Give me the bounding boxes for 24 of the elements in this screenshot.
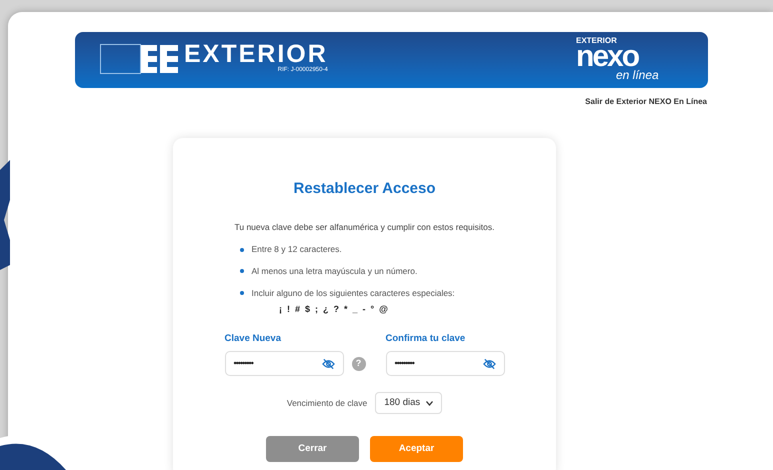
nexo-logo-text: nexo bbox=[576, 45, 638, 69]
expiry-label: Vencimiento de clave bbox=[286, 396, 368, 410]
nexo-logo-subtitle: en línea bbox=[616, 69, 659, 81]
nexo-logo-caption: EXTERIOR bbox=[576, 36, 617, 45]
password-field[interactable]: ••••••••• bbox=[386, 351, 504, 376]
chevron-down-icon bbox=[426, 400, 434, 406]
eye-slash-icon[interactable] bbox=[322, 358, 334, 370]
eye-slash-icon[interactable] bbox=[482, 358, 496, 370]
password-field[interactable]: ••••••••• bbox=[224, 351, 344, 376]
expiry-dropdown[interactable]: 180 dias bbox=[375, 392, 442, 414]
bullet-icon bbox=[240, 269, 244, 274]
bullet-icon bbox=[240, 248, 244, 252]
field-label: Confirma tu clave bbox=[386, 332, 466, 346]
requirement-text: Entre 8 y 12 caracteres. bbox=[252, 243, 342, 256]
bank-logo-text: EXTERIOR bbox=[184, 42, 328, 66]
field-label: Clave Nueva bbox=[224, 332, 282, 346]
requirement-text: Al menos una letra mayúscula y un número. bbox=[252, 265, 418, 278]
form-title: Restablecer Acceso bbox=[293, 179, 436, 199]
requirement-text: Incluir alguno de los siguientes caracteres especiales: bbox=[252, 286, 455, 300]
intro-text: Tu nueva clave debe ser alfanumérica y cumplir con estos requisitos. bbox=[234, 220, 494, 234]
bullet-icon bbox=[240, 291, 244, 296]
bank-logo-icon bbox=[100, 44, 180, 74]
exit-link[interactable]: Salir de Exterior NEXO En Línea bbox=[585, 96, 707, 108]
special-characters-text: ¡ ! # $ ; ¿ ? * _ - ° @ bbox=[279, 302, 388, 316]
